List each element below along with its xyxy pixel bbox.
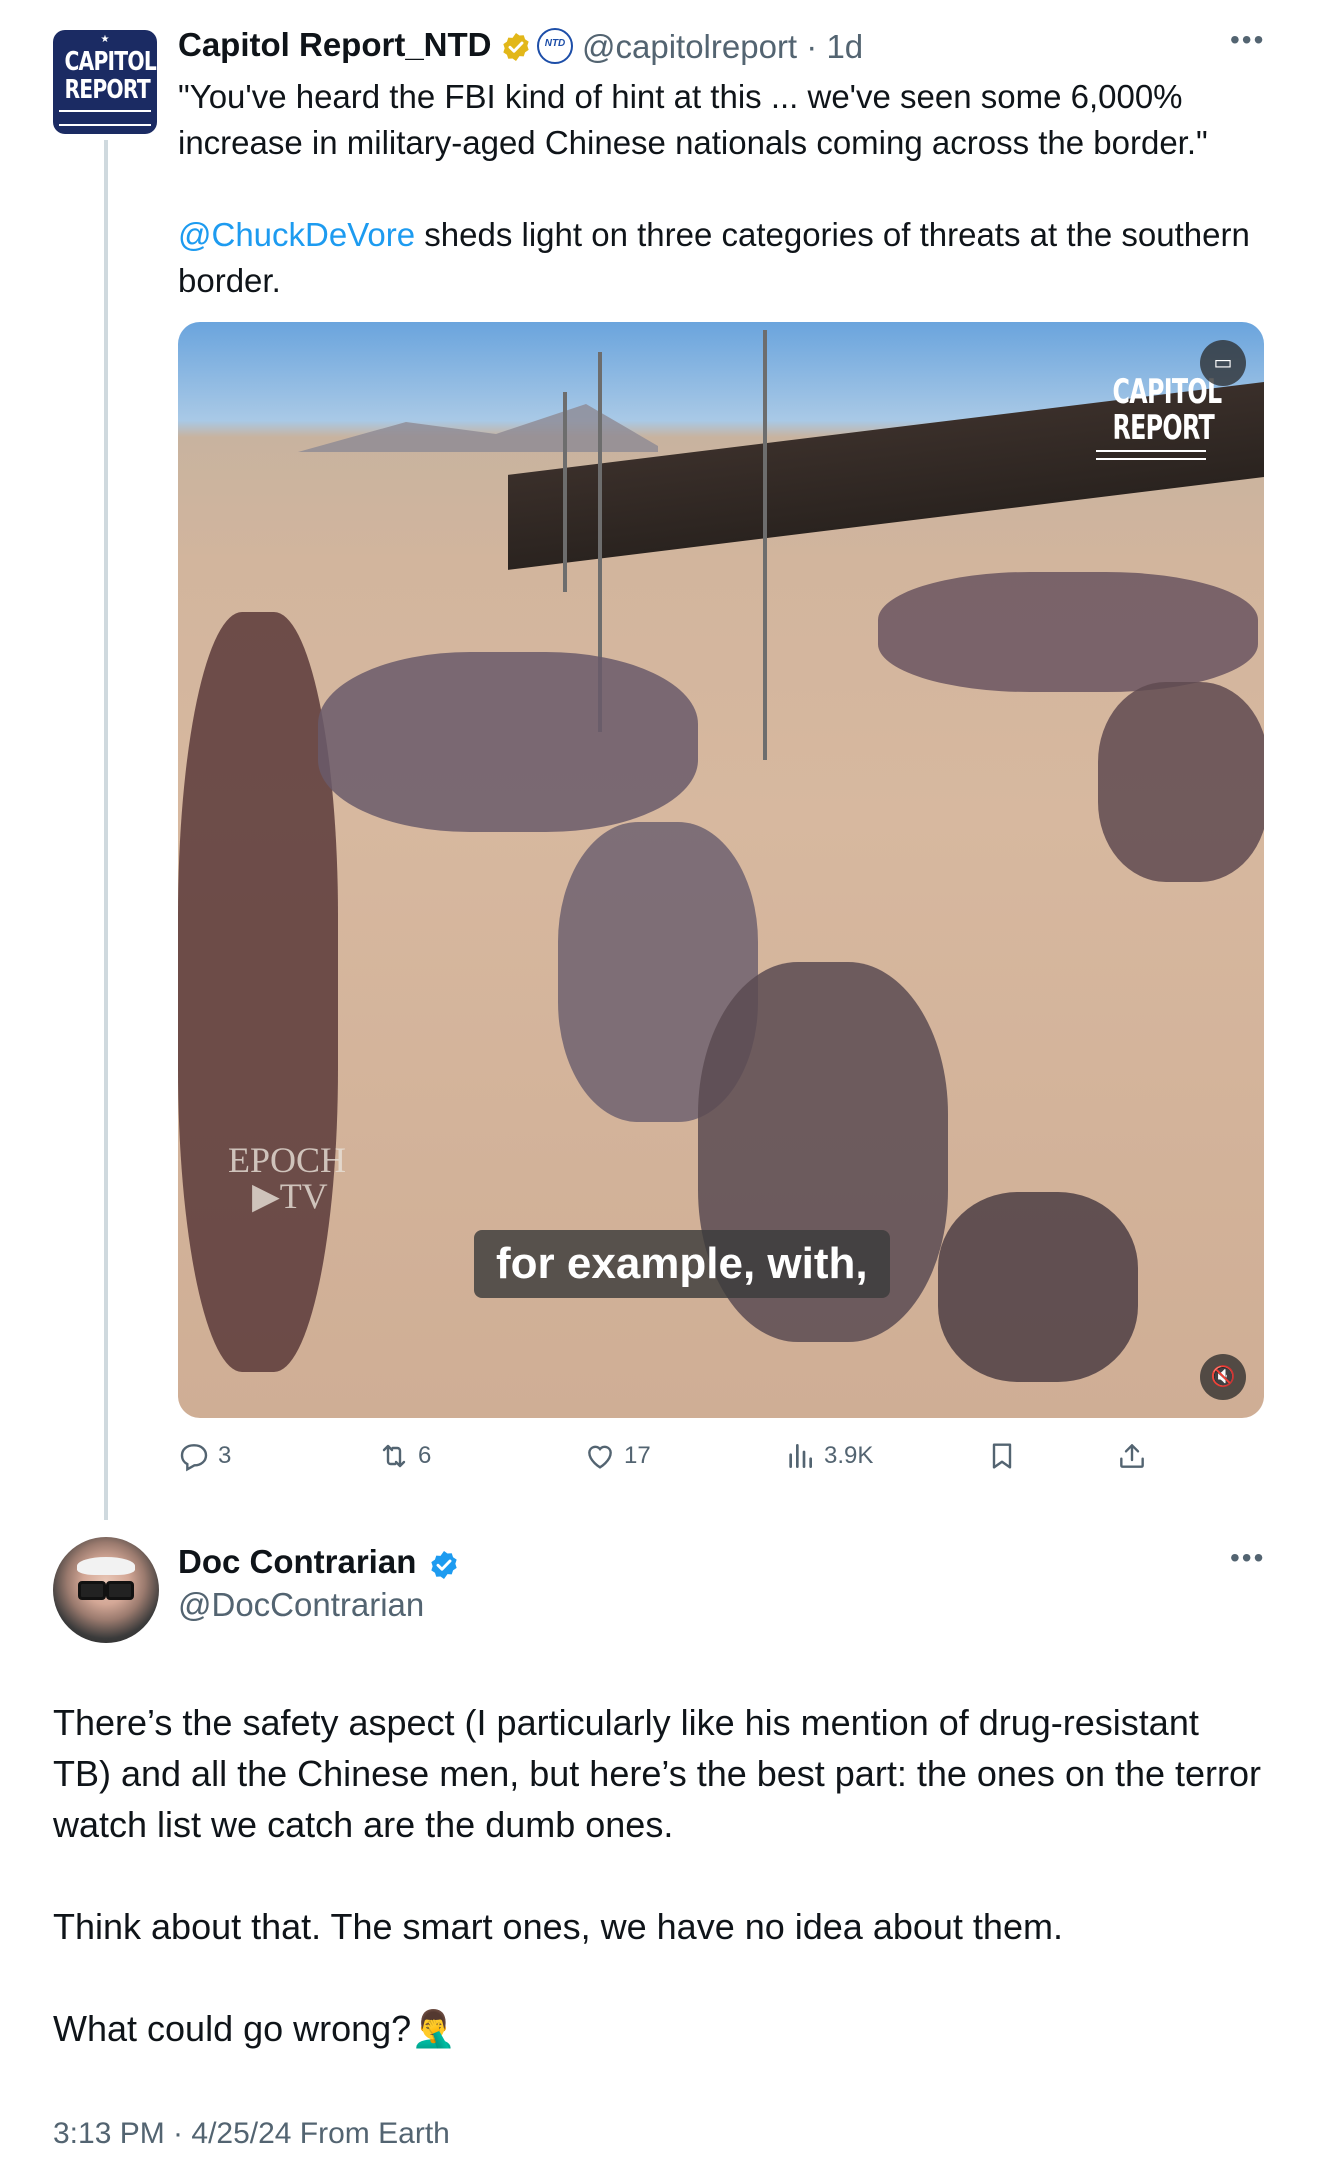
separator: · [806,28,818,65]
video-frame-crowd [178,612,338,1372]
mute-icon[interactable]: 🔇 [1200,1354,1246,1400]
post-age[interactable]: 1d [826,28,863,65]
verified-gold-icon [503,33,529,61]
avatar-logo-text: CAPITOL REPORT [64,47,156,105]
handle-and-age: @capitolreport · 1d [582,28,863,66]
display-name[interactable]: Doc Contrarian [178,1543,416,1581]
tweet-paragraph: Think about that. The smart ones, we hav… [53,1906,1063,1947]
video-frame-mountains [298,404,658,452]
view-count: 3.9K [824,1442,874,1469]
share-button[interactable] [1116,1436,1156,1476]
reply-icon [180,1444,208,1472]
video-player[interactable]: EPOCH ▶TV CAPITOL REPORT for example, wi… [178,322,1264,1418]
facepalm-emoji: 🤦‍♂️ [411,2008,457,2049]
repost-button[interactable]: 6 [378,1436,431,1476]
repost-icon [382,1444,406,1468]
ntd-affiliate-badge-icon[interactable]: NTD [537,28,573,64]
captions-toggle-icon[interactable]: ▭ [1200,340,1246,386]
video-frame-pole [563,392,567,592]
avatar-stripes [59,110,151,126]
more-options-icon[interactable]: ••• [1230,24,1265,56]
handle[interactable]: @capitolreport [582,28,797,65]
video-frame-crowd [938,1192,1138,1382]
video-frame-crowd [878,572,1258,692]
repost-count: 6 [418,1442,432,1469]
tweet-quote: "You've heard the FBI kind of hint at th… [178,78,1208,161]
thread-line [104,140,108,1520]
video-caption: for example, with, [474,1230,890,1298]
heart-icon [588,1445,612,1469]
like-count: 17 [624,1442,651,1469]
views-button[interactable]: 3.9K [784,1436,873,1476]
verified-blue-icon [431,1551,457,1579]
handle[interactable]: @DocContrarian [178,1586,424,1624]
video-frame-crowd [318,652,698,832]
reply-button[interactable]: 3 [178,1436,231,1476]
share-icon [1120,1444,1144,1468]
epoch-tv-watermark: EPOCH ▶TV [228,1140,347,1216]
post-timestamp[interactable]: 3:13 PM · 4/25/24 From Earth [53,2117,450,2151]
tweet-text: There’s the safety aspect (I particularl… [53,1697,1263,2054]
bookmark-button[interactable] [986,1436,1026,1476]
more-options-icon[interactable]: ••• [1230,1542,1265,1574]
video-frame-crowd [1098,682,1264,882]
views-chart-icon [789,1444,812,1468]
reply-count: 3 [218,1442,232,1469]
video-frame-pole [763,330,767,760]
capitol-report-video-logo: CAPITOL REPORT [1096,374,1222,460]
star-icon: ★ [100,34,110,45]
tweet-paragraph: There’s the safety aspect (I particularl… [53,1702,1262,1845]
display-name[interactable]: Capitol Report_NTD [178,26,492,64]
doc-contrarian-avatar[interactable] [53,1537,159,1643]
bookmark-icon [992,1443,1012,1469]
tweet-paragraph: What could go wrong?🤦‍♂️ [53,2008,457,2049]
mention-link[interactable]: @ChuckDeVore [178,216,415,253]
like-button[interactable]: 17 [584,1436,651,1476]
capitol-report-avatar[interactable]: ★ CAPITOL REPORT [53,30,157,134]
tweet-text: "You've heard the FBI kind of hint at th… [178,74,1278,304]
